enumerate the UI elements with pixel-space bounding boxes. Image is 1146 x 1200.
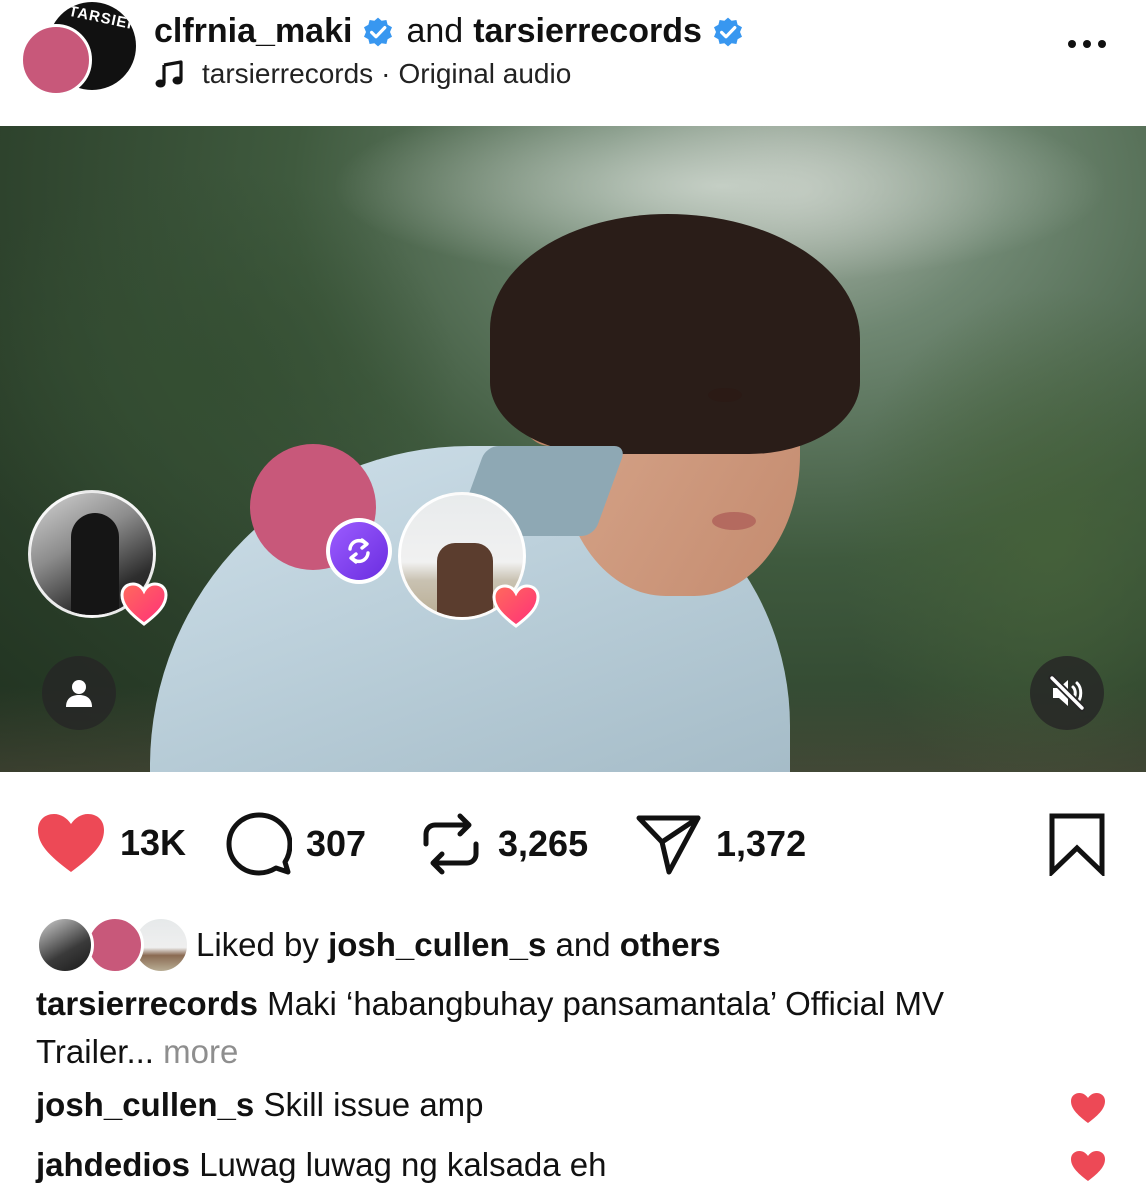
- avatar-figure: [437, 543, 493, 617]
- more-options-icon[interactable]: [1068, 40, 1106, 48]
- music-note-icon: [155, 60, 183, 88]
- liked-by-user[interactable]: josh_cullen_s: [328, 926, 546, 963]
- comment-item: jahdedios Luwag luwag ng kalsada eh: [36, 1146, 607, 1184]
- comment-username[interactable]: josh_cullen_s: [36, 1086, 254, 1123]
- comment-text: Luwag luwag ng kalsada eh: [199, 1146, 607, 1183]
- post-caption: tarsierrecords Maki ‘habangbuhay pansama…: [36, 980, 1016, 1076]
- audio-separator: ·: [381, 58, 391, 89]
- more-dot: [1083, 40, 1091, 48]
- mute-icon: [1048, 674, 1086, 712]
- post-video[interactable]: [0, 126, 1146, 772]
- author-avatars[interactable]: TARSIER: [20, 2, 136, 98]
- heart-icon[interactable]: [1070, 1150, 1106, 1182]
- liker-avatars[interactable]: [36, 914, 190, 976]
- person-eye: [708, 388, 742, 402]
- caption-more-link[interactable]: more: [163, 1033, 238, 1070]
- caption-username[interactable]: tarsierrecords: [36, 985, 258, 1022]
- repost-button[interactable]: 3,265: [418, 812, 588, 876]
- share-button[interactable]: 1,372: [636, 812, 806, 876]
- person-lips: [712, 512, 756, 530]
- like-button[interactable]: 13K: [36, 812, 186, 874]
- authors-joiner: and: [406, 12, 464, 50]
- bookmark-shape: [1049, 813, 1105, 878]
- heart-icon[interactable]: [1070, 1092, 1106, 1124]
- liked-by-text: Liked by josh_cullen_s and others: [196, 926, 721, 964]
- verified-badge-icon: [364, 17, 393, 46]
- comment-button[interactable]: 307: [226, 812, 366, 876]
- heart-icon: [492, 584, 540, 628]
- comment-text: Skill issue amp: [263, 1086, 484, 1123]
- repost-icon: [348, 538, 370, 564]
- send-icon: [636, 815, 701, 875]
- heart-icon: [120, 582, 168, 626]
- share-count[interactable]: 1,372: [716, 823, 806, 865]
- repost-count[interactable]: 3,265: [498, 823, 588, 865]
- liked-by-row[interactable]: Liked by josh_cullen_s and others: [36, 912, 721, 978]
- post-authors: clfrnia_maki and tarsierrecords: [154, 12, 744, 51]
- user-tag-icon[interactable]: [42, 656, 116, 730]
- author2-username[interactable]: tarsierrecords: [473, 12, 702, 51]
- audio-label[interactable]: Original audio: [399, 58, 572, 90]
- liked-by-joiner: and: [555, 926, 611, 963]
- comment-item: josh_cullen_s Skill issue amp: [36, 1086, 484, 1124]
- post-header: TARSIER clfrnia_maki and tarsierrecords …: [0, 0, 1146, 126]
- like-count[interactable]: 13K: [120, 822, 186, 864]
- tarsier-logo-text: TARSIER: [67, 2, 136, 35]
- repost-badge: [326, 518, 392, 584]
- repost-badge-inner: [330, 522, 388, 580]
- person-icon: [66, 680, 92, 707]
- bookmark-icon[interactable]: [1048, 812, 1106, 881]
- avatar-figure: [71, 513, 119, 615]
- liker-avatar: [36, 916, 94, 974]
- audio-owner[interactable]: tarsierrecords: [202, 58, 373, 90]
- liked-by-prefix: Liked by: [196, 926, 319, 963]
- speaker-muted-icon[interactable]: [1030, 656, 1104, 730]
- repost-icon: [423, 813, 479, 875]
- more-dot: [1098, 40, 1106, 48]
- post-actions: 13K 307 3,265 1,372: [0, 800, 1146, 890]
- verified-badge-icon: [713, 17, 742, 46]
- liked-by-others[interactable]: others: [620, 926, 721, 963]
- liker-avatar: [86, 916, 144, 974]
- heart-icon: [38, 814, 104, 872]
- author1-username[interactable]: clfrnia_maki: [154, 12, 352, 51]
- comment-count[interactable]: 307: [306, 823, 366, 865]
- clfrnia-maki-avatar[interactable]: [20, 24, 92, 96]
- audio-attribution[interactable]: tarsierrecords · Original audio: [154, 58, 571, 90]
- more-dot: [1068, 40, 1076, 48]
- comment-username[interactable]: jahdedios: [36, 1146, 190, 1183]
- comment-bubble-icon: [226, 812, 292, 876]
